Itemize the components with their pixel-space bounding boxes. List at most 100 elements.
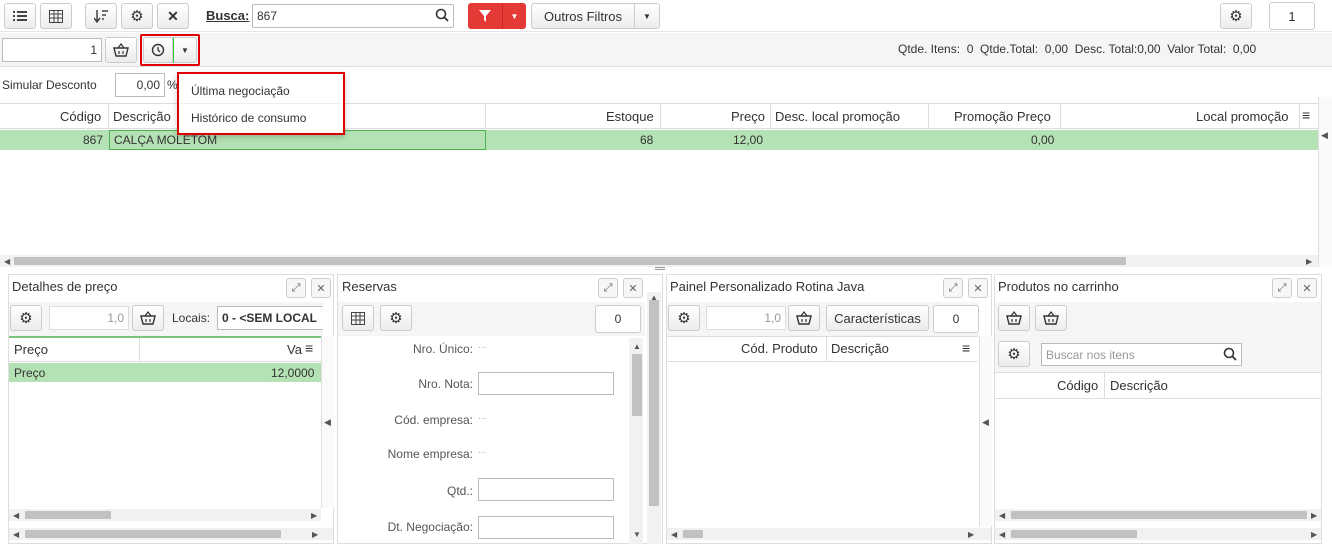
java-scrollbar[interactable]: [667, 528, 991, 540]
column-menu-icon[interactable]: ≡: [305, 340, 313, 356]
col-local[interactable]: Local promoção: [1196, 109, 1289, 124]
cell-preco-value: 12,0000: [271, 366, 315, 380]
reservas-settings-button[interactable]: ⚙: [380, 305, 412, 331]
expand-icon[interactable]: ⤢: [1272, 278, 1292, 298]
scroll-left-arrow[interactable]: ◀: [13, 530, 19, 539]
menu-item-ultima-negociacao[interactable]: Última negociação: [180, 78, 342, 104]
list-view-button[interactable]: [4, 3, 36, 29]
dt-negociacao-field[interactable]: [478, 516, 614, 539]
history-icon: [151, 43, 165, 57]
expand-icon[interactable]: ⤢: [943, 278, 963, 298]
totals-summary: Qtde. Itens: 0 Qtde.Total: 0,00 Desc. To…: [898, 42, 1257, 56]
filter-button[interactable]: [468, 3, 502, 29]
menu-item-historico-consumo[interactable]: Histórico de consumo: [180, 105, 342, 131]
scroll-up-arrow[interactable]: ▲: [650, 293, 658, 302]
right-splitter[interactable]: [1318, 97, 1332, 267]
price-qty-input[interactable]: 1,0: [49, 306, 129, 330]
col-valor[interactable]: Va: [287, 342, 302, 357]
sort-button[interactable]: [85, 3, 117, 29]
col-descricao[interactable]: Descrição: [113, 109, 171, 124]
scroll-right-arrow[interactable]: ▶: [968, 530, 974, 539]
discount-input[interactable]: 0,00: [115, 73, 165, 97]
search-icon[interactable]: [1223, 347, 1237, 364]
expand-icon[interactable]: ⤢: [286, 278, 306, 298]
cart-outer-thumb[interactable]: [1011, 530, 1137, 538]
reservas-outer-thumb[interactable]: [649, 300, 659, 506]
close-icon[interactable]: ✕: [1297, 278, 1317, 298]
nro-unico-label: Nro. Único:: [412, 342, 473, 356]
expand-icon[interactable]: ⤢: [598, 278, 618, 298]
column-menu-icon[interactable]: ≡: [962, 340, 970, 356]
cart-settings-button[interactable]: ⚙: [998, 341, 1030, 367]
config-button[interactable]: ⚙: [1220, 3, 1252, 29]
col-descricao[interactable]: Descrição: [1110, 378, 1168, 393]
col-codigo[interactable]: Código: [60, 109, 101, 124]
search-icon[interactable]: [435, 8, 449, 25]
java-scroll-thumb[interactable]: [683, 530, 703, 538]
col-estoque[interactable]: Estoque: [606, 109, 654, 124]
scroll-left-arrow[interactable]: ◀: [999, 511, 1005, 520]
quantity-input[interactable]: 1: [2, 38, 102, 62]
price-grid-header: [9, 336, 321, 362]
collapse-left-icon[interactable]: ◀: [1321, 130, 1328, 141]
reservas-count-box[interactable]: 0: [595, 305, 641, 333]
cart-remove-button[interactable]: [1035, 305, 1067, 331]
reservas-vscroll-thumb[interactable]: [632, 354, 642, 416]
page-number-box[interactable]: 1: [1269, 2, 1315, 30]
scroll-right-arrow[interactable]: ▶: [1311, 530, 1317, 539]
scroll-left-arrow[interactable]: ◀: [671, 530, 677, 539]
close-icon[interactable]: ✕: [311, 278, 331, 298]
col-promo-preco[interactable]: Promoção Preço: [954, 109, 1051, 124]
scroll-right-arrow[interactable]: ▶: [311, 511, 317, 520]
collapse-left-icon[interactable]: ◀: [324, 417, 331, 428]
cart-add-button[interactable]: [998, 305, 1030, 331]
nro-nota-field[interactable]: [478, 372, 614, 395]
other-filters-button[interactable]: Outros Filtros: [531, 3, 635, 29]
cart-scroll-thumb[interactable]: [1011, 511, 1307, 519]
price-settings-button[interactable]: ⚙: [10, 305, 42, 331]
scroll-up-arrow[interactable]: ▲: [633, 342, 641, 351]
scroll-down-arrow[interactable]: ▼: [633, 530, 641, 539]
java-side-strip[interactable]: [979, 336, 992, 526]
col-preco[interactable]: Preço: [731, 109, 765, 124]
price-scroll-thumb[interactable]: [25, 511, 111, 519]
search-input[interactable]: 867: [252, 4, 454, 28]
history-dropdown-button[interactable]: ▼: [173, 37, 197, 63]
java-settings-button[interactable]: ⚙: [668, 305, 700, 331]
grid-scroll-thumb[interactable]: [14, 257, 1126, 265]
price-outer-thumb[interactable]: [25, 530, 281, 538]
col-desc-local[interactable]: Desc. local promoção: [775, 109, 900, 124]
col-descricao[interactable]: Descrição: [831, 341, 889, 356]
splitter-handle[interactable]: [655, 267, 665, 270]
close-icon[interactable]: ✕: [623, 278, 643, 298]
scroll-left-arrow[interactable]: ◀: [4, 257, 10, 266]
close-icon[interactable]: ✕: [968, 278, 988, 298]
java-basket-button[interactable]: [788, 305, 820, 331]
other-filters-dropdown[interactable]: ▼: [634, 3, 660, 29]
price-basket-button[interactable]: [132, 305, 164, 331]
collapse-left-icon[interactable]: ◀: [982, 417, 989, 428]
scroll-right-arrow[interactable]: ▶: [1311, 511, 1317, 520]
reservas-grid-button[interactable]: [342, 305, 374, 331]
col-codigo[interactable]: Código: [1057, 378, 1098, 393]
history-button[interactable]: [143, 37, 173, 63]
java-qty-input[interactable]: 1,0: [706, 306, 786, 330]
caracteristicas-button[interactable]: Características: [826, 305, 929, 331]
scroll-left-arrow[interactable]: ◀: [13, 511, 19, 520]
scroll-left-arrow[interactable]: ◀: [999, 530, 1005, 539]
grid-view-button[interactable]: [40, 3, 72, 29]
reservas-panel-title: Reservas: [342, 279, 397, 294]
column-menu-icon[interactable]: ≡: [1302, 107, 1310, 123]
scroll-right-arrow[interactable]: ▶: [1306, 257, 1312, 266]
qtd-field[interactable]: [478, 478, 614, 501]
tools-button[interactable]: ✕: [157, 3, 189, 29]
locais-select[interactable]: 0 - <SEM LOCAL: [217, 306, 323, 330]
col-preco[interactable]: Preço: [14, 342, 48, 357]
cart-search-input[interactable]: Buscar nos itens: [1041, 343, 1242, 366]
filter-dropdown-button[interactable]: ▼: [502, 3, 526, 29]
scroll-right-arrow[interactable]: ▶: [312, 530, 318, 539]
col-cod-produto[interactable]: Cód. Produto: [741, 341, 818, 356]
add-to-cart-button[interactable]: [105, 37, 137, 63]
java-count-box[interactable]: 0: [933, 305, 979, 333]
settings-button[interactable]: ⚙: [121, 3, 153, 29]
